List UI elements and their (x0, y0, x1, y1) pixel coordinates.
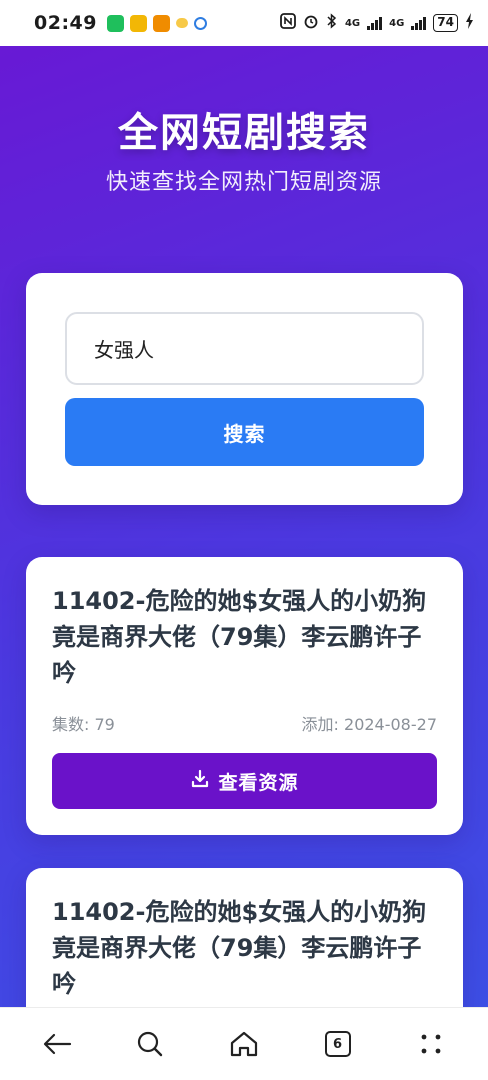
result-title: 11402-危险的她$女强人的小奶狗竟是商界大佬（79集）李云鹏许子吟 (52, 587, 427, 687)
result-title: 11402-危险的她$女强人的小奶狗竟是商界大佬（79集）李云鹏许子吟 (52, 898, 427, 998)
status-left: 02:49 (34, 12, 207, 34)
alarm-icon (303, 13, 319, 33)
app-small-yellow-icon (175, 18, 188, 28)
view-resource-label: 查看资源 (218, 771, 299, 794)
search-card: 搜索 (26, 273, 463, 505)
result-card: 11402-危险的她$女强人的小奶狗竟是商界大佬（79集）李云鹏许子吟 集数: … (26, 557, 463, 835)
episode-count: 集数: 79 (52, 715, 115, 734)
wechat-icon (106, 14, 124, 32)
page-subtitle: 快速查找全网热门短剧资源 (105, 170, 382, 195)
network-2-label: 4G (389, 17, 405, 29)
download-icon (190, 769, 210, 794)
page-title: 全网短剧搜索 (118, 110, 370, 156)
tabs-button[interactable]: 6 (308, 1014, 368, 1074)
home-button[interactable] (214, 1014, 274, 1074)
signal-2-icon (411, 16, 427, 30)
status-time: 02:49 (34, 12, 97, 34)
bluetooth-icon (326, 13, 338, 33)
app-yellow-icon (129, 14, 147, 32)
back-button[interactable] (27, 1014, 87, 1074)
app-orange-icon (152, 14, 170, 32)
search-input[interactable] (65, 312, 424, 385)
search-icon (138, 1031, 163, 1057)
status-bar: 02:49 4G 4G 74 (0, 0, 488, 46)
charging-icon (465, 13, 474, 33)
status-right: 4G 4G 74 (280, 13, 474, 33)
battery-indicator: 74 (433, 14, 458, 32)
nfc-icon (280, 13, 296, 33)
search-nav-button[interactable] (120, 1014, 180, 1074)
signal-1-icon (367, 16, 383, 30)
added-date: 添加: 2024-08-27 (301, 715, 437, 734)
menu-button[interactable] (401, 1014, 461, 1074)
menu-dots-icon (421, 1034, 441, 1054)
back-arrow-icon (43, 1033, 71, 1055)
app-chat-icon (193, 16, 207, 30)
bottom-nav: 6 (0, 1007, 488, 1080)
search-button[interactable]: 搜索 (65, 398, 424, 466)
tabs-count: 6 (324, 1031, 351, 1057)
result-meta: 集数: 79 添加: 2024-08-27 (52, 711, 437, 735)
home-icon (230, 1031, 258, 1057)
view-resource-button[interactable]: 查看资源 (52, 753, 437, 809)
network-1-label: 4G (344, 17, 361, 29)
